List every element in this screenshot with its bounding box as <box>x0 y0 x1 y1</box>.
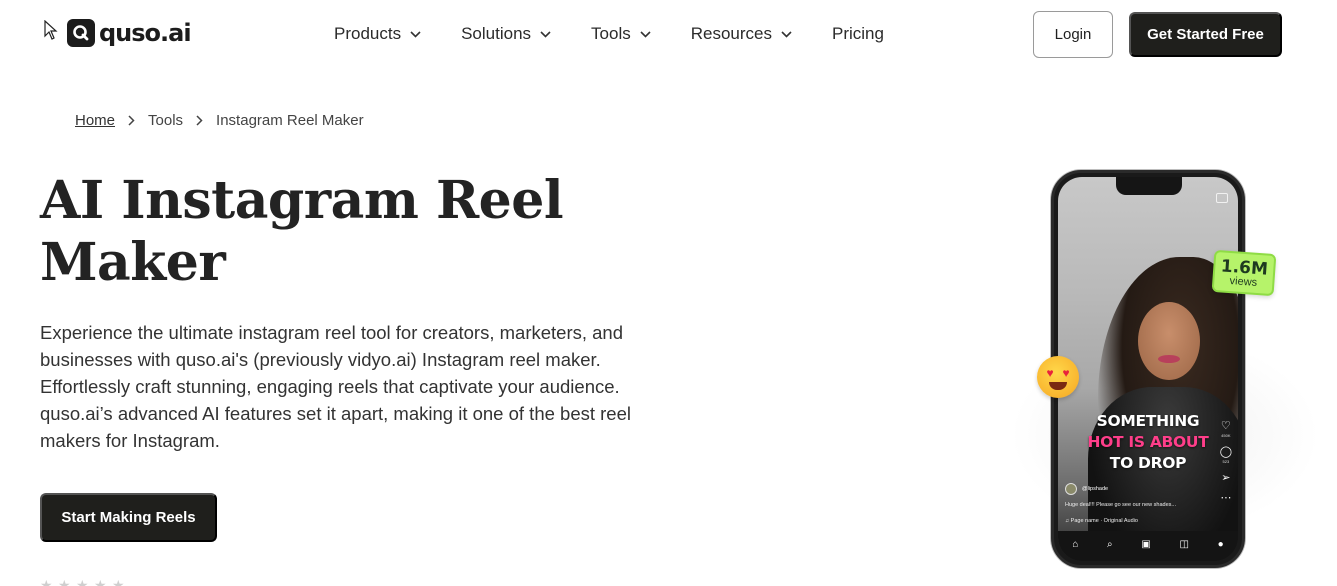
reel-bottom-nav: ⌂ ⌕ ▣ ◫ ● <box>1058 531 1238 561</box>
logo-text: quso.ai <box>99 19 192 47</box>
nav-pricing[interactable]: Pricing <box>832 24 884 44</box>
reel-image-face <box>1138 302 1200 380</box>
reel-user-row: @lipshade <box>1065 483 1108 495</box>
reel-audio-label: Page name · Original Audio <box>1070 518 1138 524</box>
star-icon: ★ <box>94 577 107 586</box>
chevron-down-icon <box>640 30 651 38</box>
reel-image-lips <box>1158 355 1180 363</box>
star-icon: ★ <box>76 577 89 586</box>
views-label: views <box>1229 274 1258 289</box>
emoji-mouth <box>1049 382 1067 390</box>
send-icon: ➢ <box>1221 472 1231 484</box>
nav-products[interactable]: Products <box>334 24 421 44</box>
nav-solutions[interactable]: Solutions <box>461 24 551 44</box>
login-button[interactable]: Login <box>1033 11 1113 58</box>
reel-username: @lipshade <box>1082 486 1109 492</box>
more-icon: ⋯ <box>1220 492 1232 504</box>
shop-icon: ◫ <box>1179 538 1189 550</box>
heart-eye-left: ♥ <box>1046 366 1054 380</box>
reel-actions: ♡ 450K ◯ 523 ➢ ⋯ <box>1220 421 1232 504</box>
heart-eyes-emoji-icon: ♥ ♥ <box>1037 356 1079 398</box>
chevron-down-icon <box>410 30 421 38</box>
logo-link[interactable]: quso.ai <box>67 19 192 47</box>
star-icon: ★ <box>58 577 71 586</box>
home-icon: ⌂ <box>1072 538 1079 550</box>
search-icon: ⌕ <box>1107 538 1113 550</box>
rating-stars: ★ ★ ★ ★ ★ <box>40 578 126 586</box>
nav-tools-label: Tools <box>591 24 631 43</box>
breadcrumb-tools-link[interactable]: Tools <box>148 112 183 129</box>
site-header: quso.ai Products Solutions Tools Resourc… <box>0 0 1337 70</box>
comment-count: 523 <box>1222 459 1230 464</box>
main-nav: Products Solutions Tools Resources Prici… <box>334 22 924 46</box>
profile-icon: ● <box>1217 538 1224 550</box>
breadcrumb: Home Tools Instagram Reel Maker <box>75 112 364 129</box>
chevron-right-icon <box>196 115 203 126</box>
reel-caption: SOMETHING HOT IS ABOUT TO DROP <box>1058 411 1238 474</box>
caption-line-1: SOMETHING <box>1096 412 1200 430</box>
phone-frame: SOMETHING HOT IS ABOUT TO DROP ♡ 450K ◯ … <box>1051 170 1245 568</box>
breadcrumb-current: Instagram Reel Maker <box>216 112 364 129</box>
nav-pricing-label: Pricing <box>831 24 884 43</box>
nav-resources[interactable]: Resources <box>691 24 792 44</box>
like-count: 450K <box>1221 433 1231 438</box>
hero-description: Experience the ultimate instagram reel t… <box>40 322 631 451</box>
avatar <box>1065 483 1077 495</box>
reel-post-text: Huge deal!!! Please go see our new shade… <box>1065 502 1176 508</box>
page-title: AI Instagram Reel Maker <box>40 170 564 293</box>
nav-solutions-label: Solutions <box>461 24 532 43</box>
heart-eye-right: ♥ <box>1062 366 1070 380</box>
reel-audio: ♫ Page name · Original Audio <box>1065 518 1138 524</box>
reel-screen: SOMETHING HOT IS ABOUT TO DROP ♡ 450K ◯ … <box>1058 177 1238 561</box>
star-icon: ★ <box>40 577 53 586</box>
views-count: 1.6M <box>1220 255 1269 280</box>
chevron-down-icon <box>781 30 792 38</box>
chevron-down-icon <box>540 30 551 38</box>
nav-products-label: Products <box>334 24 402 43</box>
phone-mockup: SOMETHING HOT IS ABOUT TO DROP ♡ 450K ◯ … <box>1000 165 1337 586</box>
nav-resources-label: Resources <box>690 24 772 43</box>
views-badge: 1.6M views <box>1211 249 1277 297</box>
phone-notch <box>1116 177 1182 195</box>
comment-icon: ◯ <box>1219 446 1232 458</box>
camera-icon <box>1216 193 1228 203</box>
heart-icon: ♡ <box>1220 420 1231 432</box>
nav-tools[interactable]: Tools <box>591 24 651 44</box>
start-making-reels-button[interactable]: Start Making Reels <box>40 493 217 542</box>
mouse-cursor-icon <box>44 20 58 40</box>
caption-line-3: TO DROP <box>1109 454 1187 472</box>
caption-line-2: HOT IS ABOUT <box>1087 433 1209 451</box>
logo-icon <box>67 19 95 47</box>
reels-icon: ▣ <box>1141 538 1151 550</box>
chevron-right-icon <box>128 115 135 126</box>
star-icon: ★ <box>112 577 125 586</box>
get-started-free-button[interactable]: Get Started Free <box>1129 12 1282 57</box>
breadcrumb-home-link[interactable]: Home <box>75 112 115 129</box>
